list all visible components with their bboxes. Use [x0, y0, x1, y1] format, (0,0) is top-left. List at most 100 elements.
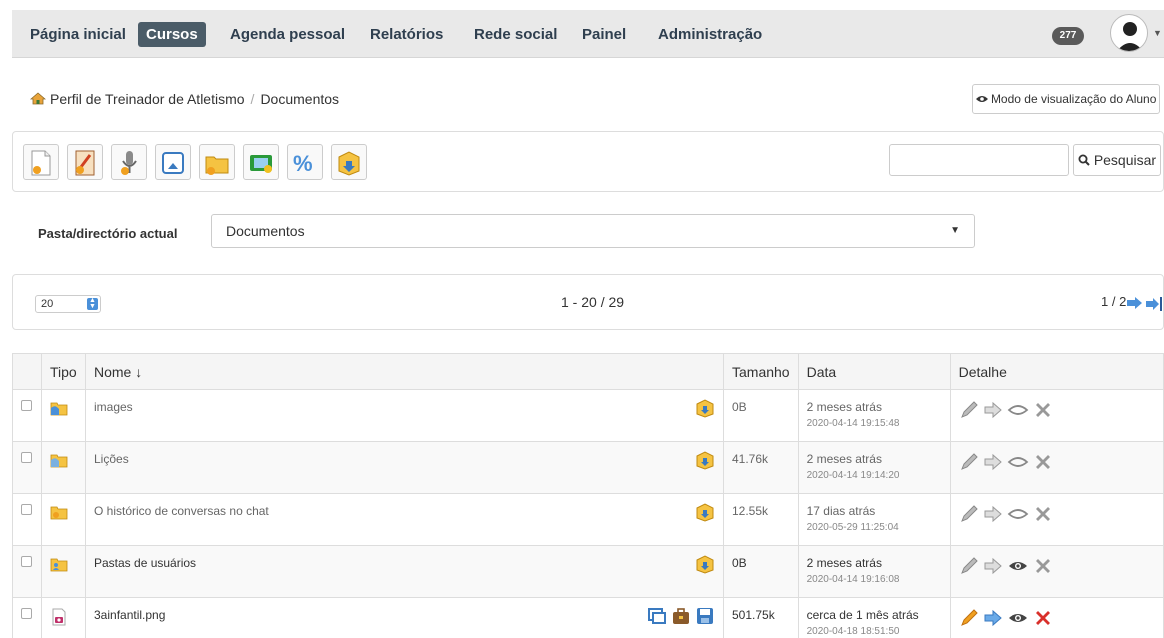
eye-closed-icon[interactable] — [1007, 504, 1029, 524]
search-button[interactable]: Pesquisar — [1073, 144, 1161, 176]
file-size: 12.55k — [723, 493, 799, 546]
new-document-icon — [31, 150, 51, 176]
edit-icon[interactable] — [959, 400, 979, 420]
edit-icon[interactable] — [959, 556, 979, 576]
current-folder-value: Documentos — [226, 223, 305, 239]
nav-administration[interactable]: Administração — [650, 22, 770, 47]
file-name-link[interactable]: O histórico de conversas no chat — [94, 504, 269, 518]
file-name-link[interactable]: Lições — [94, 452, 129, 466]
download-folder-icon[interactable] — [695, 450, 715, 470]
preview-icon[interactable] — [647, 606, 667, 626]
file-size: 0B — [723, 545, 799, 598]
slideshow-icon — [250, 155, 272, 173]
home-icon[interactable] — [29, 92, 47, 105]
chevron-down-icon[interactable]: ▼ — [1153, 28, 1162, 38]
delete-icon[interactable] — [1033, 504, 1053, 524]
upload-button[interactable] — [155, 144, 191, 180]
row-checkbox[interactable] — [21, 608, 32, 619]
file-name-link[interactable]: images — [94, 400, 133, 414]
notification-badge[interactable]: 277 — [1052, 27, 1084, 45]
student-view-button[interactable]: Modo de visualização do Aluno — [972, 84, 1160, 114]
save-icon[interactable] — [695, 606, 715, 626]
date-relative: 2 meses atrás — [806, 400, 882, 414]
breadcrumb-course[interactable]: Perfil de Treinador de Atletismo — [50, 91, 245, 107]
last-page-icon[interactable] — [1146, 297, 1162, 311]
name-column-header[interactable]: Nome ↓ — [85, 353, 724, 390]
edit-icon[interactable] — [959, 608, 979, 628]
new-document-button[interactable] — [23, 144, 59, 180]
delete-icon[interactable] — [1033, 556, 1053, 576]
download-all-icon — [338, 151, 360, 176]
stepper-icon: ▲ ▼ — [87, 297, 98, 310]
row-checkbox[interactable] — [21, 452, 32, 463]
search-input[interactable] — [889, 144, 1069, 176]
edit-icon[interactable] — [959, 452, 979, 472]
date-column-header[interactable]: Data — [797, 353, 951, 390]
new-drawing-icon — [75, 150, 95, 176]
quota-button[interactable]: % — [287, 144, 323, 180]
nav-home[interactable]: Página inicial — [22, 22, 134, 47]
size-column-header[interactable]: Tamanho — [723, 353, 799, 390]
table-row: 3ainfantil.png 501.75k cerca de 1 mês at… — [12, 597, 1164, 638]
top-navigation: Página inicial Cursos Agenda pessoal Rel… — [12, 10, 1164, 58]
move-icon[interactable] — [983, 504, 1003, 524]
slideshow-button[interactable] — [243, 144, 279, 180]
folder-icon — [50, 454, 68, 468]
file-size: 0B — [723, 389, 799, 442]
detail-column-header: Detalhe — [949, 353, 1164, 390]
nav-reports[interactable]: Relatórios — [362, 22, 451, 47]
row-checkbox[interactable] — [21, 400, 32, 411]
current-folder-label: Pasta/directório actual — [38, 226, 178, 241]
file-size: 41.76k — [723, 441, 799, 494]
date-absolute: 2020-04-14 19:15:48 — [806, 418, 900, 429]
move-icon[interactable] — [983, 608, 1003, 628]
record-audio-icon — [121, 151, 137, 175]
breadcrumb-separator: / — [250, 91, 255, 107]
eye-closed-icon[interactable] — [1007, 400, 1029, 420]
row-checkbox[interactable] — [21, 556, 32, 567]
download-folder-icon[interactable] — [695, 398, 715, 418]
download-folder-icon[interactable] — [695, 554, 715, 574]
file-size: 501.75k — [723, 597, 799, 638]
quota-icon: % — [293, 151, 313, 176]
table-row: Pastas de usuários 0B 2 meses atrás 2020-… — [12, 545, 1164, 598]
file-name-link[interactable]: Pastas de usuários — [94, 556, 196, 570]
row-checkbox[interactable] — [21, 504, 32, 515]
new-folder-icon — [205, 156, 229, 175]
move-icon[interactable] — [983, 452, 1003, 472]
user-avatar-icon[interactable] — [1110, 14, 1148, 52]
select-column-header — [12, 353, 42, 390]
eye-icon[interactable] — [1007, 608, 1029, 628]
edit-icon[interactable] — [959, 504, 979, 524]
current-folder-select[interactable]: Documentos ▼ — [211, 214, 975, 248]
nav-personal-agenda[interactable]: Agenda pessoal — [222, 22, 353, 47]
new-folder-button[interactable] — [199, 144, 235, 180]
table-row: images 0B 2 meses atrás 2020-04-14 19:15:… — [12, 389, 1164, 442]
delete-icon[interactable] — [1033, 608, 1053, 628]
download-folder-icon[interactable] — [695, 502, 715, 522]
image-file-icon — [52, 608, 66, 626]
eye-closed-icon[interactable] — [1007, 452, 1029, 472]
date-absolute: 2020-04-18 18:51:50 — [806, 626, 900, 637]
per-page-select[interactable]: 20 ▲ ▼ — [35, 295, 101, 313]
new-drawing-button[interactable] — [67, 144, 103, 180]
delete-icon[interactable] — [1033, 452, 1053, 472]
eye-icon[interactable] — [1007, 556, 1029, 576]
delete-icon[interactable] — [1033, 400, 1053, 420]
file-name-link[interactable]: 3ainfantil.png — [94, 608, 165, 622]
download-all-button[interactable] — [331, 144, 367, 180]
move-icon[interactable] — [983, 400, 1003, 420]
date-relative: 2 meses atrás — [806, 452, 882, 466]
nav-dashboard[interactable]: Painel — [574, 22, 634, 47]
folder-icon — [50, 402, 68, 416]
move-icon[interactable] — [983, 556, 1003, 576]
chat-folder-icon — [50, 506, 68, 520]
nav-social-network[interactable]: Rede social — [466, 22, 565, 47]
date-absolute: 2020-04-14 19:16:08 — [806, 574, 900, 585]
nav-courses[interactable]: Cursos — [138, 22, 206, 47]
breadcrumb-current: Documentos — [260, 91, 340, 107]
next-page-icon[interactable] — [1127, 297, 1143, 309]
record-audio-button[interactable] — [111, 144, 147, 180]
date-relative: 2 meses atrás — [806, 556, 882, 570]
briefcase-icon[interactable] — [671, 606, 691, 626]
